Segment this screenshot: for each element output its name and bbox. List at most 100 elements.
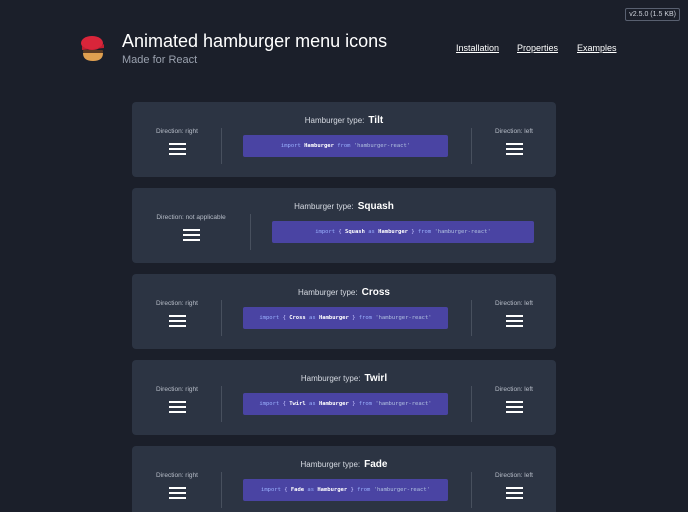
- import-code-block: import { Fade as Hamburger } from 'hambu…: [243, 479, 448, 501]
- divider: [221, 472, 222, 508]
- hamburger-line-icon: [168, 148, 186, 150]
- import-code-block: import { Cross as Hamburger } from 'hamb…: [243, 307, 448, 329]
- example-card-fade: Hamburger type: Fade Direction: right impor…: [132, 446, 556, 512]
- hamburger-button[interactable]: [168, 487, 186, 499]
- code-token: }: [347, 487, 354, 493]
- hamburger-line-icon: [505, 497, 523, 499]
- hamburger-line-icon: [505, 153, 523, 155]
- direction-right-column: Direction: left: [472, 128, 556, 158]
- type-label: Hamburger type:: [304, 116, 365, 125]
- type-name: Squash: [357, 201, 394, 212]
- divider: [221, 128, 222, 164]
- direction-label: Direction: right: [156, 300, 198, 307]
- code-token: {: [282, 401, 290, 407]
- hamburger-button[interactable]: [505, 315, 523, 327]
- direction-label: Direction: left: [495, 128, 533, 135]
- code-token: Hamburger: [378, 229, 408, 235]
- hamburger-line-icon: [182, 239, 200, 241]
- code-token: {: [282, 315, 290, 321]
- nav-properties-link[interactable]: Properties: [517, 43, 558, 53]
- hamburger-line-icon: [168, 411, 186, 413]
- nav-examples-link[interactable]: Examples: [577, 43, 617, 53]
- direction-label: Direction: left: [495, 300, 533, 307]
- direction-right-column: Direction: left: [472, 472, 556, 502]
- code-token: Hamburger: [319, 401, 349, 407]
- page-title: Animated hamburger menu icons: [122, 31, 388, 51]
- hamburger-line-icon: [505, 406, 523, 408]
- hamburger-line-icon: [168, 487, 186, 489]
- type-name: Fade: [364, 459, 388, 470]
- code-token: 'hamburger-react': [373, 487, 430, 493]
- code-token: Hamburger: [319, 315, 349, 321]
- card-title: Hamburger type: Fade: [132, 459, 556, 470]
- card-title: Hamburger type: Cross: [132, 287, 556, 298]
- divider: [250, 214, 251, 250]
- divider: [221, 386, 222, 422]
- hamburger-button[interactable]: [168, 143, 186, 155]
- direction-label: Direction: left: [495, 386, 533, 393]
- hamburger-line-icon: [505, 148, 523, 150]
- code-token: Cross: [289, 315, 306, 321]
- hamburger-line-icon: [168, 406, 186, 408]
- code-token: Hamburger: [317, 487, 348, 493]
- code-token: as: [305, 401, 319, 407]
- code-token: Hamburger: [304, 143, 334, 149]
- code-token: {: [284, 487, 291, 493]
- code-token: Squash: [345, 229, 365, 235]
- code-token: 'hamburger-react': [434, 229, 491, 235]
- hamburger-button[interactable]: [168, 315, 186, 327]
- type-label: Hamburger type:: [300, 460, 361, 469]
- code-token: from: [355, 401, 376, 407]
- hamburger-line-icon: [505, 487, 523, 489]
- hamburger-button[interactable]: [182, 229, 200, 241]
- card-title: Hamburger type: Twirl: [132, 373, 556, 384]
- type-label: Hamburger type:: [300, 374, 361, 383]
- hamburger-line-icon: [505, 492, 523, 494]
- hamburger-button[interactable]: [505, 487, 523, 499]
- code-token: as: [305, 315, 319, 321]
- example-card-tilt: Hamburger type: Tilt Direction: right impor…: [132, 102, 556, 177]
- type-name: Tilt: [368, 115, 384, 126]
- hamburger-button[interactable]: [505, 143, 523, 155]
- hamburger-line-icon: [168, 320, 186, 322]
- example-card-twirl: Hamburger type: Twirl Direction: right impo…: [132, 360, 556, 435]
- code-token: 'hamburger-react': [375, 315, 432, 321]
- hamburger-button[interactable]: [505, 401, 523, 413]
- hamburger-line-icon: [168, 143, 186, 145]
- hamburger-line-icon: [182, 229, 200, 231]
- direction-left-column: Direction: not applicable: [132, 214, 250, 244]
- hamburger-line-icon: [505, 325, 523, 327]
- code-token: from: [353, 487, 374, 493]
- code-token: as: [304, 487, 318, 493]
- import-code-block: import Hamburger from 'hamburger-react': [243, 135, 448, 157]
- import-code-block: import { Twirl as Hamburger } from 'hamb…: [243, 393, 448, 415]
- code-token: }: [348, 315, 356, 321]
- type-name: Cross: [361, 287, 390, 298]
- hamburger-line-icon: [505, 411, 523, 413]
- code-token: import: [261, 487, 285, 493]
- card-title: Hamburger type: Tilt: [132, 115, 556, 126]
- direction-label: Direction: not applicable: [156, 214, 226, 221]
- direction-left-column: Direction: right: [132, 386, 222, 416]
- hamburger-line-icon: [505, 143, 523, 145]
- code-token: }: [348, 401, 356, 407]
- code-token: }: [407, 229, 415, 235]
- code-token: 'hamburger-react': [353, 143, 411, 149]
- direction-label: Direction: right: [156, 472, 198, 479]
- hamburger-line-icon: [168, 492, 186, 494]
- example-card-cross: Hamburger type: Cross Direction: right impo…: [132, 274, 556, 349]
- hamburger-line-icon: [182, 234, 200, 236]
- code-token: import: [259, 401, 283, 407]
- direction-left-column: Direction: right: [132, 300, 222, 330]
- hamburger-line-icon: [505, 401, 523, 403]
- code-token: Fade: [290, 487, 305, 493]
- code-token: Twirl: [289, 401, 306, 407]
- direction-left-column: Direction: right: [132, 472, 222, 502]
- hamburger-line-icon: [505, 315, 523, 317]
- nav-installation-link[interactable]: Installation: [456, 43, 499, 53]
- hamburger-line-icon: [168, 325, 186, 327]
- divider: [221, 300, 222, 336]
- code-token: 'hamburger-react': [375, 401, 432, 407]
- hamburger-line-icon: [168, 315, 186, 317]
- hamburger-button[interactable]: [168, 401, 186, 413]
